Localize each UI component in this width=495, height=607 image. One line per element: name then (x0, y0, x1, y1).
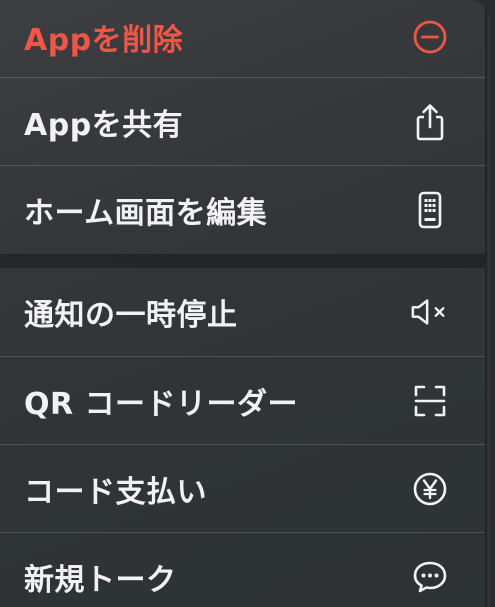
pause-notifications-item[interactable]: 通知の一時停止 (0, 268, 490, 356)
code-payment-item[interactable]: コード支払い (0, 445, 490, 533)
qr-reader-item[interactable]: QR コードリーダー (0, 357, 490, 445)
edit-home-screen-item[interactable]: ホーム画面を編集 (0, 166, 490, 254)
speaker-mute-icon (410, 292, 450, 332)
delete-app-label: Appを削除 (24, 23, 184, 58)
share-app-item[interactable]: Appを共有 (0, 78, 490, 166)
delete-app-item[interactable]: Appを削除 (0, 0, 490, 74)
new-talk-item[interactable]: 新規トーク (0, 533, 490, 607)
pause-notifications-label: 通知の一時停止 (24, 298, 238, 333)
window-edge (485, 0, 490, 607)
context-menu: Appを削除 Appを共有 ホーム画面を編集 通知の一時停止 QR コードリーダ… (0, 0, 490, 607)
yen-circle-icon (410, 469, 450, 509)
share-icon (410, 102, 450, 142)
edit-home-screen-label: ホーム画面を編集 (24, 196, 268, 231)
code-payment-label: コード支払い (24, 475, 207, 510)
chat-bubble-icon (410, 557, 450, 597)
minus-circle-icon (410, 17, 450, 57)
qr-reader-label: QR コードリーダー (24, 387, 299, 422)
group-separator (0, 254, 490, 268)
qr-scan-icon (410, 381, 450, 421)
share-app-label: Appを共有 (24, 108, 184, 143)
phone-icon (410, 190, 450, 230)
new-talk-label: 新規トーク (24, 563, 177, 598)
